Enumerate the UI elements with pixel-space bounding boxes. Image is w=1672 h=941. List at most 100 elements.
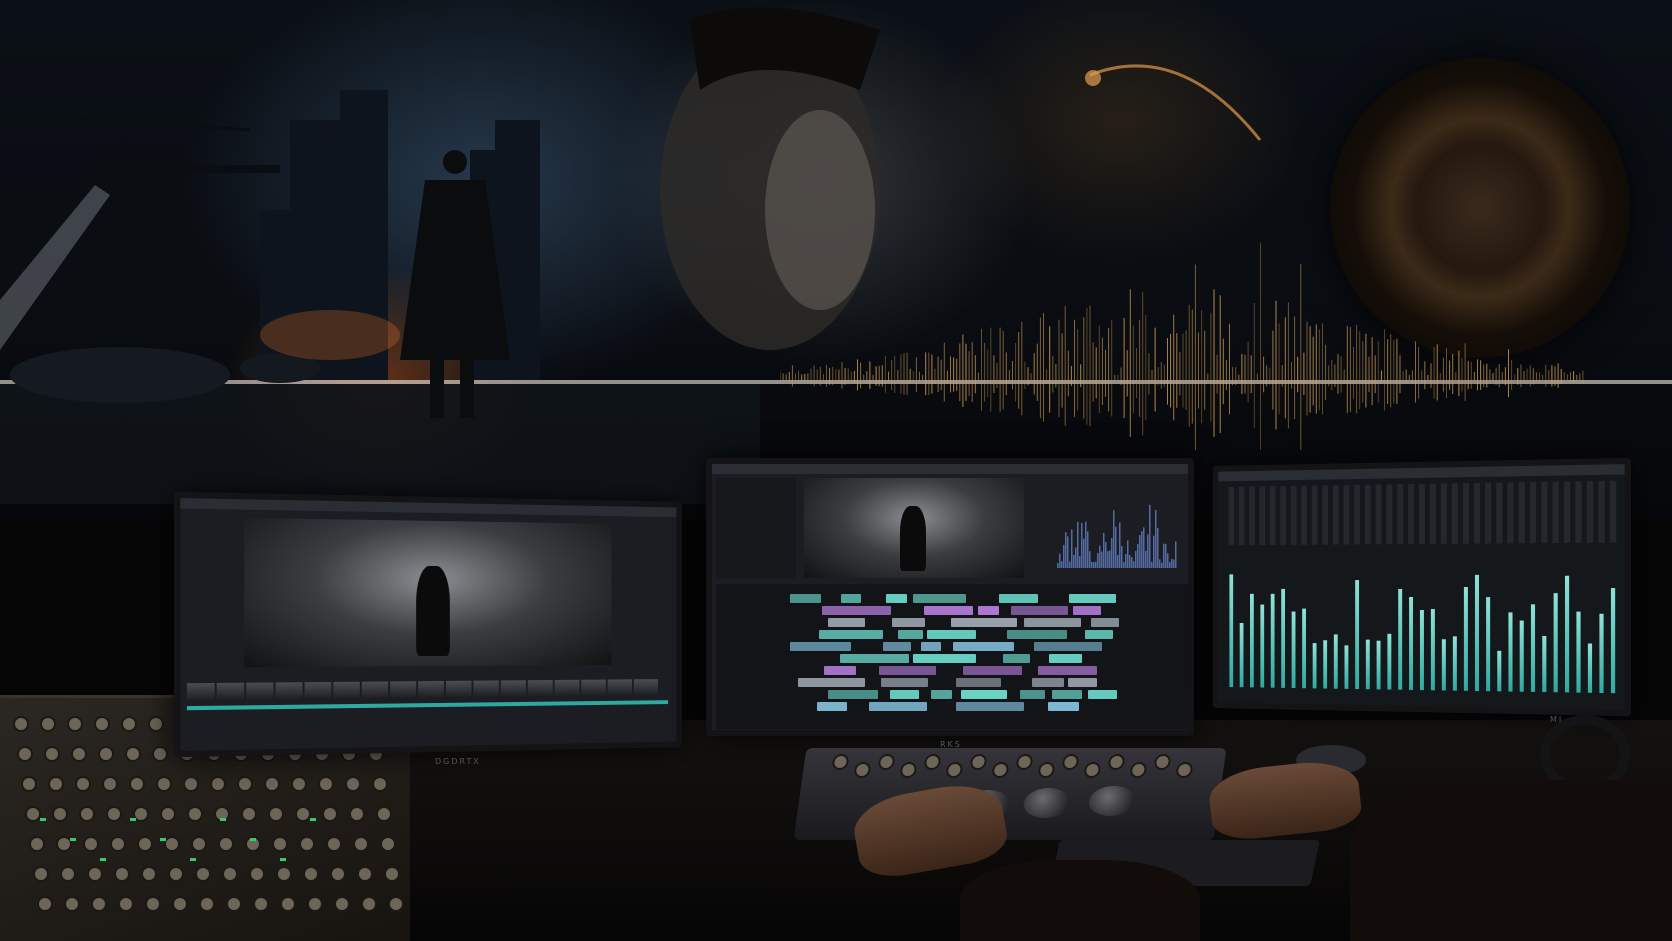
console-knob[interactable] <box>112 838 124 850</box>
console-knob[interactable] <box>278 868 290 880</box>
mixer-channel-meter[interactable] <box>1260 605 1264 688</box>
console-knob[interactable] <box>320 778 332 790</box>
console-knob[interactable] <box>185 778 197 790</box>
mixer-channel-meter[interactable] <box>1453 636 1457 691</box>
timeline-clip[interactable] <box>828 690 877 699</box>
console-knob[interactable] <box>135 808 147 820</box>
controller-knob[interactable] <box>1132 764 1146 776</box>
console-knob[interactable] <box>170 868 182 880</box>
filmstrip-frame[interactable] <box>634 679 658 695</box>
controller-knob[interactable] <box>1178 764 1192 776</box>
timeline-clip[interactable] <box>1038 666 1098 675</box>
console-knob[interactable] <box>39 898 51 910</box>
filmstrip-frame[interactable] <box>555 680 580 696</box>
mixer-channel-meter[interactable] <box>1475 575 1479 691</box>
mixer-channel-meter[interactable] <box>1240 623 1244 688</box>
timeline-clip[interactable] <box>1088 690 1117 699</box>
console-knob[interactable] <box>143 868 155 880</box>
console-knob[interactable] <box>93 898 105 910</box>
mixer-channel-meter[interactable] <box>1387 633 1391 689</box>
timeline-clip[interactable] <box>817 702 847 711</box>
mixer-channel-meter[interactable] <box>1554 593 1558 692</box>
mixer-channel-meter[interactable] <box>1334 635 1338 689</box>
filmstrip-frame[interactable] <box>187 683 215 700</box>
controller-knob[interactable] <box>1086 764 1100 776</box>
filmstrip-frame[interactable] <box>333 682 359 698</box>
mixer-channel-meter[interactable] <box>1531 604 1535 692</box>
console-knob[interactable] <box>243 808 255 820</box>
filmstrip-frame[interactable] <box>446 681 472 697</box>
console-knob[interactable] <box>108 808 120 820</box>
timeline-clip[interactable] <box>822 606 892 615</box>
console-knob[interactable] <box>58 838 70 850</box>
timeline-clip[interactable] <box>798 678 865 687</box>
console-knob[interactable] <box>66 898 78 910</box>
mixer-channel-meter[interactable] <box>1292 612 1296 689</box>
console-knob[interactable] <box>42 718 54 730</box>
timeline-clip[interactable] <box>1020 690 1045 699</box>
controller-knob[interactable] <box>926 756 940 768</box>
timeline-clip[interactable] <box>1049 654 1082 663</box>
console-knob[interactable] <box>31 838 43 850</box>
console-knob[interactable] <box>255 898 267 910</box>
mixer-channel-meter[interactable] <box>1486 597 1490 691</box>
console-knob[interactable] <box>147 898 159 910</box>
mixer-channel-meter[interactable] <box>1542 636 1546 692</box>
mixer-channel-meter[interactable] <box>1464 587 1468 691</box>
filmstrip-frame[interactable] <box>528 680 553 696</box>
console-knob[interactable] <box>347 778 359 790</box>
console-knob[interactable] <box>15 718 27 730</box>
console-knob[interactable] <box>116 868 128 880</box>
timeline-clip[interactable] <box>1091 618 1118 627</box>
console-knob[interactable] <box>123 718 135 730</box>
timeline-clip[interactable] <box>890 690 919 699</box>
console-knob[interactable] <box>282 898 294 910</box>
timeline-clip[interactable] <box>913 594 966 603</box>
timeline-clip[interactable] <box>790 642 851 651</box>
console-knob[interactable] <box>328 838 340 850</box>
mixer-channel-meter[interactable] <box>1409 597 1413 690</box>
console-knob[interactable] <box>100 748 112 760</box>
console-knob[interactable] <box>351 808 363 820</box>
timeline-clip[interactable] <box>931 690 952 699</box>
mixer-channel-meter[interactable] <box>1611 588 1615 693</box>
controller-knob[interactable] <box>948 764 962 776</box>
console-knob[interactable] <box>81 808 93 820</box>
filmstrip-frame[interactable] <box>501 680 526 696</box>
console-knob[interactable] <box>293 778 305 790</box>
controller-knob[interactable] <box>902 764 916 776</box>
console-knob[interactable] <box>166 838 178 850</box>
mixer-channel-meter[interactable] <box>1323 640 1327 688</box>
filmstrip-frame[interactable] <box>217 683 244 700</box>
timeline-clip[interactable] <box>1068 678 1096 687</box>
timeline-clip[interactable] <box>927 630 976 639</box>
controller-knob[interactable] <box>1110 756 1124 768</box>
controller-knob[interactable] <box>1040 764 1054 776</box>
console-knob[interactable] <box>46 748 58 760</box>
filmstrip-frame[interactable] <box>390 681 416 697</box>
console-knob[interactable] <box>139 838 151 850</box>
console-knob[interactable] <box>131 778 143 790</box>
controller-knob[interactable] <box>1156 756 1170 768</box>
console-knob[interactable] <box>228 898 240 910</box>
timeline-clip[interactable] <box>790 594 821 603</box>
mixer-channel-meter[interactable] <box>1313 643 1317 688</box>
console-knob[interactable] <box>162 808 174 820</box>
controller-knob[interactable] <box>880 756 894 768</box>
mixer-channel-meter[interactable] <box>1377 641 1381 689</box>
console-knob[interactable] <box>54 808 66 820</box>
timeline-clip[interactable] <box>828 618 866 627</box>
mixer-channel-meter[interactable] <box>1281 589 1285 688</box>
mixer-channel-meter[interactable] <box>1398 589 1402 690</box>
timeline-clip[interactable] <box>1085 630 1113 639</box>
timeline-clip[interactable] <box>1003 654 1030 663</box>
console-knob[interactable] <box>201 898 213 910</box>
timeline-clip[interactable] <box>963 666 1022 675</box>
console-knob[interactable] <box>197 868 209 880</box>
console-knob[interactable] <box>174 898 186 910</box>
console-knob[interactable] <box>266 778 278 790</box>
console-knob[interactable] <box>301 838 313 850</box>
mixer-channel-meter[interactable] <box>1431 609 1435 690</box>
timeline-clip[interactable] <box>1024 618 1081 627</box>
console-knob[interactable] <box>104 778 116 790</box>
